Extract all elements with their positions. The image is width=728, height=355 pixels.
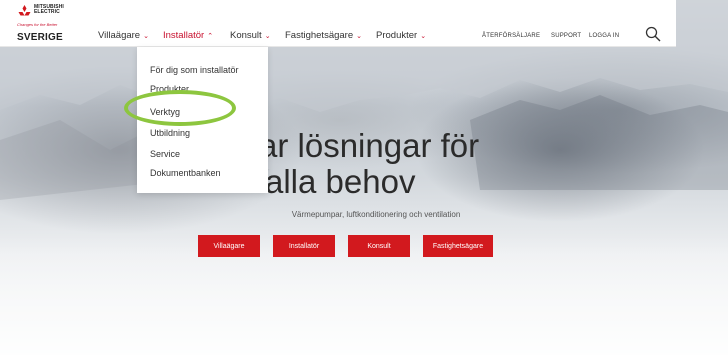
reseller-link[interactable]: ÅTERFÖRSÄLJARE [482,33,540,39]
chevron-up-icon: ⌃ [207,33,214,40]
installator-dropdown-menu: För dig som installatör Produkter Verkty… [137,47,268,193]
chevron-down-icon: ⌄ [264,33,271,40]
nav-item-label: Konsult [230,30,262,41]
site-header: MITSUBISHI ELECTRIC Changes for the Bett… [0,0,676,47]
support-link[interactable]: SUPPORT [551,33,581,39]
hero-headline-line1: ar lösningar för [259,127,480,164]
brand-wordmark: MITSUBISHI ELECTRIC [34,5,64,15]
nav-item-villaagare[interactable]: Villaägare ⌄ [98,30,149,41]
hero-button-villaagare[interactable]: Villaägare [198,235,260,257]
menu-item-for-installator[interactable]: För dig som installatör [150,65,239,75]
nav-item-fastighetsagare[interactable]: Fastighetsägare ⌄ [285,30,362,41]
menu-item-verktyg[interactable]: Verktyg [150,107,180,117]
hero-subtitle: Värmepumpar, luftkonditionering och vent… [291,210,461,219]
hero-button-konsult[interactable]: Konsult [348,235,410,257]
nav-item-installator[interactable]: Installatör ⌃ [163,30,213,41]
menu-item-utbildning[interactable]: Utbildning [150,128,190,138]
brand-name-line2: ELECTRIC [34,9,60,15]
hero-headline-line2: alla behov [265,163,416,200]
menu-item-produkter[interactable]: Produkter [150,84,189,94]
menu-item-service[interactable]: Service [150,149,180,159]
chevron-down-icon: ⌄ [420,33,427,40]
menu-item-dokumentbanken[interactable]: Dokumentbanken [150,168,221,178]
chevron-down-icon: ⌄ [356,33,362,40]
chevron-down-icon: ⌄ [143,33,149,40]
login-link[interactable]: LOGGA IN [589,33,619,39]
mitsubishi-diamonds-icon [18,5,31,16]
nav-item-produkter[interactable]: Produkter ⌄ [376,30,426,41]
nav-item-label: Fastighetsägare [285,30,354,41]
brand-tagline: Changes for the Better [17,22,58,27]
nav-item-konsult[interactable]: Konsult ⌄ [230,30,271,41]
nav-item-label: Produkter [376,30,418,41]
country-label[interactable]: SVERIGE [17,32,63,43]
brand-logo[interactable]: MITSUBISHI ELECTRIC [17,5,77,23]
hero-button-installator[interactable]: Installatör [273,235,335,257]
nav-item-label: Installatör [163,30,205,41]
hero-button-fastighetsagare[interactable]: Fastighetsägare [423,235,493,257]
nav-item-label: Villaägare [98,30,141,41]
search-icon[interactable] [645,26,661,42]
